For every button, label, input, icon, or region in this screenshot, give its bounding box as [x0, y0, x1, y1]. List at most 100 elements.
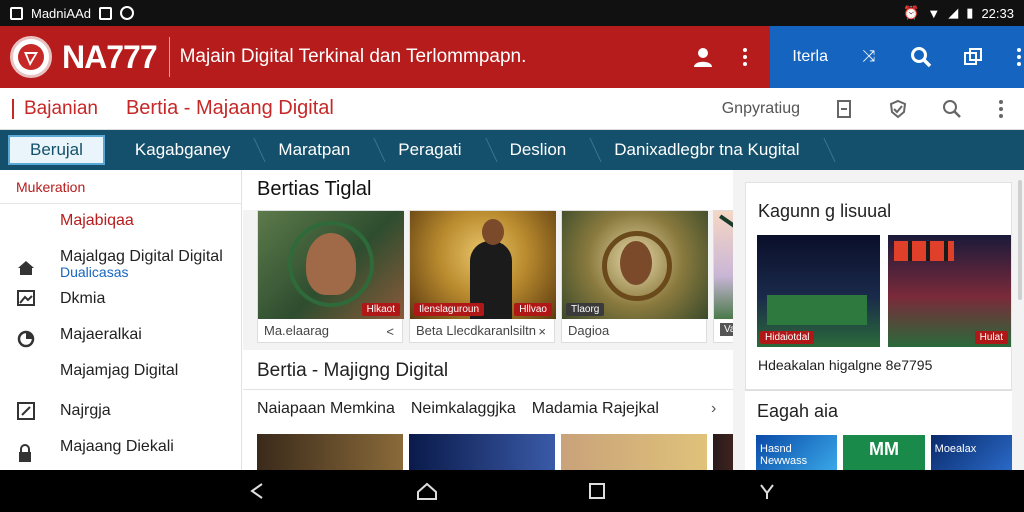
share-icon[interactable] [962, 46, 984, 68]
recents-icon[interactable] [582, 476, 612, 506]
news-badge: Ilenslaguroun [414, 303, 485, 316]
document-icon[interactable] [834, 99, 854, 119]
search-icon[interactable] [942, 99, 962, 119]
sidebar-item[interactable]: Majalgag Digital Digital Dualicasas [0, 248, 241, 290]
news-caption-mark: < [386, 324, 394, 339]
news-badge: Hlkaot [361, 303, 400, 316]
news-card[interactable]: Tlaorg Dagioa [561, 210, 708, 343]
sidebar-item-label: Majaang Diekali [60, 438, 174, 455]
breadcrumb-current: Bertia - Majaang Digital [125, 97, 334, 119]
news-caption: Ma.elaarag [264, 323, 330, 338]
news-badge: Tlaorg [566, 303, 605, 316]
news-image: Tlaorg [562, 211, 708, 319]
header-divider [168, 37, 170, 77]
section-link[interactable]: Naiapaan Memkina [257, 400, 395, 418]
sidebar-item-label: Najrgja [60, 402, 111, 419]
sidebar-item-label: Majabiqaa [60, 212, 134, 229]
sidebar-item[interactable]: Dkmia [0, 290, 241, 326]
section-title: Bertia - Majigng Digital [243, 350, 733, 390]
overflow-menu-icon[interactable] [1014, 46, 1024, 68]
news-image: Hlkaot [258, 211, 404, 319]
news-caption: Beta Llecdkaranlsiltn [416, 323, 536, 338]
battery-icon: ▮ [966, 5, 974, 20]
mini-banner[interactable]: MM [843, 435, 925, 471]
sidebar: Mukeration Majabiqaa Majalgag Digital Di… [0, 170, 242, 470]
sidebar-item-label: Majaeralkai [60, 326, 142, 343]
sidebar-item[interactable]: Majamjag Digital [0, 362, 241, 402]
section-title: Bertias Tiglal [243, 170, 733, 210]
secondary-card: Eagah aia Hasnd Newwass MM Moealax [745, 390, 1012, 471]
news-caption-mark: × [538, 324, 546, 339]
sidebar-item[interactable]: Majaang Diekali [0, 438, 241, 468]
news-caption: Dagioa [568, 323, 610, 338]
system-navbar [0, 470, 1024, 512]
home-icon[interactable] [412, 476, 442, 506]
category-tabs: Berujal Kagabganey Maratpan Peragati Des… [0, 130, 1024, 170]
search-icon[interactable] [910, 46, 932, 68]
featured-title: Kagunn g lisuual [758, 201, 892, 221]
alarm-icon: ⏰ [903, 5, 920, 20]
featured-images: Hidaiotdal Hulat [746, 235, 1011, 347]
sidebar-item-label: Majamjag Digital [60, 362, 179, 379]
header-brand-area: NA777 Majain Digital Terkinal dan Terlom… [0, 26, 771, 88]
featured-card: Kagunn g lisuual Hidaiotdal Hulat Hdeaka… [745, 182, 1012, 390]
signal-icon: ◢ [948, 5, 959, 20]
section-link[interactable]: Neimkalaggjka [411, 400, 516, 418]
breadcrumb-marker [12, 98, 14, 119]
lock-icon [17, 444, 33, 467]
user-icon[interactable] [692, 46, 714, 68]
featured-badge: Hulat [974, 331, 1008, 344]
tab-kagabganey[interactable]: Kagabganey [111, 130, 254, 170]
app-header: NA777 Majain Digital Terkinal dan Terlom… [0, 26, 1024, 88]
check-shield-icon[interactable] [888, 99, 908, 119]
section-digital: Bertia - Majigng Digital Naiapaan Memkin… [243, 350, 781, 470]
section-images [257, 434, 781, 470]
status-app-label: MadniAAd [31, 5, 91, 21]
featured-caption: Hdeakalan higalgne 8e7795 [758, 357, 933, 373]
sidebar-item[interactable]: Najrgja [0, 402, 241, 438]
more-options-icon[interactable] [996, 98, 1006, 120]
home-icon [17, 260, 35, 281]
section-link[interactable]: Madamia Rajejkal [532, 400, 659, 418]
sidebar-item[interactable]: Majabiqaa [0, 212, 241, 248]
news-card[interactable]: Hlkaot Ma.elaarag < [257, 210, 404, 343]
tab-digital[interactable]: Danixadlegbr tna Kugital [590, 130, 823, 170]
news-card[interactable]: Ilenslaguroun Hllvao Beta Llecdkaranlsil… [409, 210, 556, 343]
brand-logo[interactable] [10, 36, 52, 78]
featured-image[interactable]: Hulat [888, 235, 1011, 347]
notification-icon [98, 6, 112, 20]
pie-icon [17, 330, 35, 353]
news-badge: Hllvao [514, 303, 552, 316]
back-icon[interactable] [242, 476, 272, 506]
right-panel: Kagunn g lisuual Hidaiotdal Hulat Hdeaka… [733, 170, 1024, 471]
news-image[interactable] [561, 434, 707, 470]
main-content: Bertias Tiglal Hlkaot Ma.elaarag < Ilens… [243, 170, 781, 470]
camera-icon [119, 6, 134, 20]
shuffle-icon[interactable]: ⤨ [858, 46, 880, 68]
header-blue-label[interactable]: Iterla [792, 48, 828, 66]
sidebar-item[interactable]: Majaeralkai [0, 326, 241, 362]
breadcrumb-right-label[interactable]: Gnpyratiug [722, 100, 800, 118]
tab-peragati[interactable]: Peragati [374, 130, 485, 170]
sidebar-item-label: Dkmia [60, 290, 106, 307]
assistant-icon[interactable] [752, 476, 782, 506]
featured-image[interactable]: Hidaiotdal [757, 235, 880, 347]
mini-banner[interactable]: Moealax [930, 435, 1012, 471]
news-image[interactable] [409, 434, 555, 470]
edit-icon [17, 402, 35, 425]
mini-banner[interactable]: Hasnd Newwass [756, 435, 838, 471]
scrollbar[interactable] [1018, 180, 1022, 300]
brand-name[interactable]: NA777 [62, 39, 158, 76]
secondary-title: Eagah aia [757, 401, 839, 421]
more-menu-icon[interactable] [740, 46, 750, 68]
breadcrumb: Bajanian Bertia - Majaang Digital Gnpyra… [0, 88, 1024, 130]
news-image[interactable] [257, 434, 403, 470]
sidebar-item-sublabel: Dualicasas [60, 264, 129, 280]
chevron-right-icon[interactable]: › [711, 400, 716, 418]
breadcrumb-root[interactable]: Bajanian [24, 98, 98, 120]
image-icon [17, 290, 35, 311]
tab-maratpan[interactable]: Maratpan [254, 130, 374, 170]
tab-deslion[interactable]: Deslion [486, 130, 591, 170]
featured-badge: Hidaiotdal [760, 331, 815, 344]
tab-berujal[interactable]: Berujal [8, 135, 105, 165]
